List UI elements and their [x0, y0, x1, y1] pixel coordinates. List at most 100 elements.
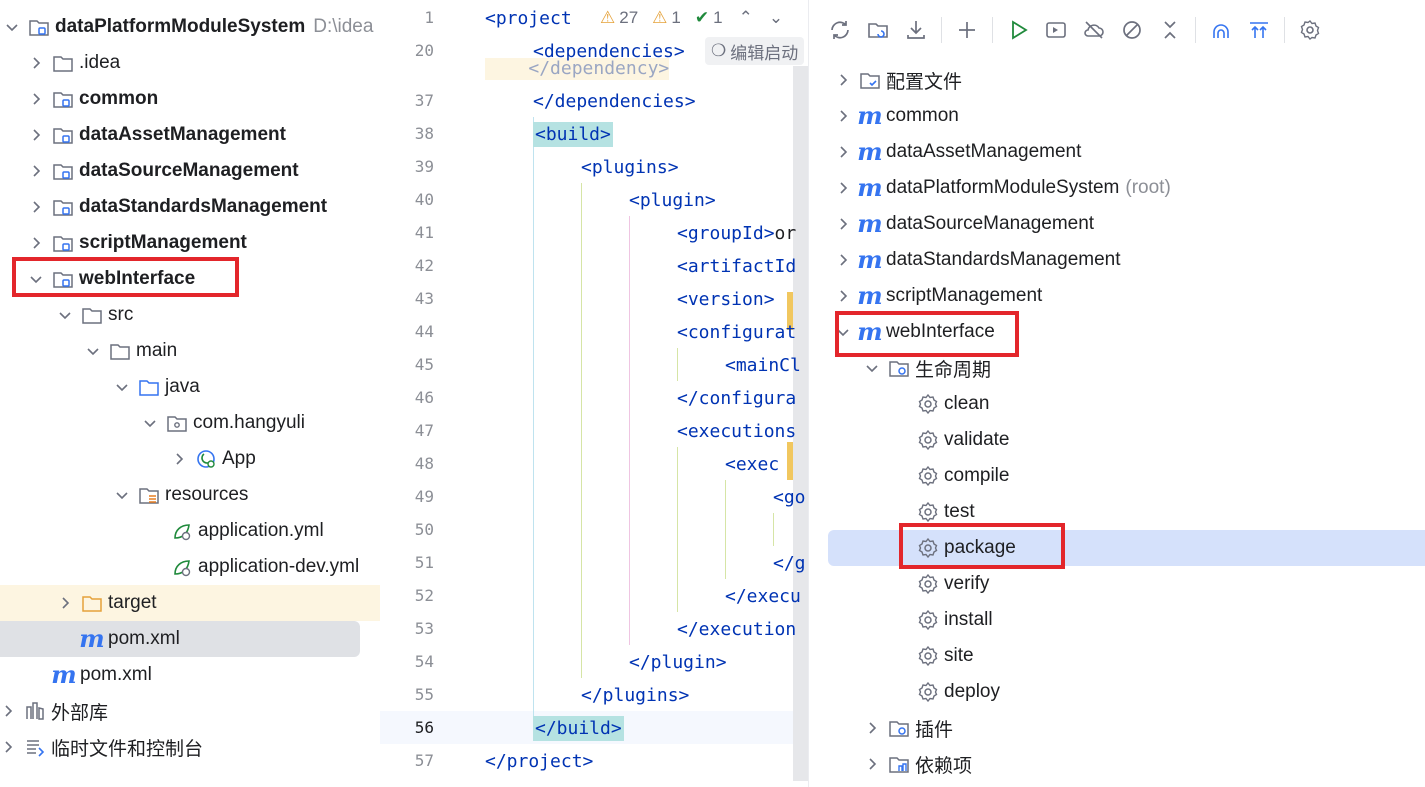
download-icon[interactable] [897, 11, 935, 49]
module-folder-icon [52, 88, 74, 110]
skip-tests-icon[interactable] [1113, 11, 1151, 49]
check-icon: ✔ [694, 8, 710, 27]
chevron-down-icon[interactable] [864, 360, 880, 376]
chevron-right-icon[interactable] [0, 739, 16, 755]
chevron-up-icon[interactable]: ⌃ [739, 8, 753, 28]
tree-item-target[interactable]: target [0, 585, 380, 621]
code-text: <exec [725, 454, 780, 475]
tree-item-dataassetmanagement[interactable]: dataAssetManagement [0, 117, 380, 153]
show-diagram-icon[interactable] [1240, 11, 1278, 49]
lifecycle-goal-package[interactable]: package [828, 530, 1425, 566]
edit-run-config-hint[interactable]: ❍ 编辑启动 [705, 37, 805, 65]
run-config-icon[interactable] [1037, 11, 1075, 49]
maven-item-webinterface[interactable]: m webInterface [809, 314, 1425, 350]
lifecycle-goal-validate[interactable]: validate [809, 422, 1425, 458]
chevron-down-icon[interactable] [85, 343, 101, 359]
tree-item-label: src [108, 304, 134, 325]
chevron-right-icon[interactable] [835, 288, 851, 304]
tree-item-application-dev-yml[interactable]: application-dev.yml [0, 549, 380, 585]
tree-item-label: dataStandardsManagement [79, 196, 328, 217]
reload-icon[interactable] [821, 11, 859, 49]
chevron-right-icon[interactable] [28, 163, 44, 179]
chevron-right-icon[interactable] [835, 180, 851, 196]
chevron-down-icon[interactable] [114, 379, 130, 395]
maven-item-scriptmanagement[interactable]: m scriptManagement [809, 278, 1425, 314]
code-text: <plugin> [629, 190, 716, 211]
chevron-right-icon[interactable] [835, 216, 851, 232]
tree-item-common[interactable]: common [0, 81, 380, 117]
analyze-icon[interactable] [1202, 11, 1240, 49]
tree-item-datasourcemanagement[interactable]: dataSourceManagement [0, 153, 380, 189]
chevron-down-icon[interactable] [835, 324, 851, 340]
lifecycle-goal-site[interactable]: site [809, 638, 1425, 674]
tree-item-external-libraries[interactable]: 外部库 [0, 693, 380, 729]
dependencies-folder-icon [888, 753, 910, 775]
chevron-right-icon[interactable] [864, 720, 880, 736]
maven-item-dependencies[interactable]: 依赖项 [809, 746, 1425, 782]
code-line-42: <artifactId [677, 250, 796, 283]
run-icon[interactable] [999, 11, 1037, 49]
chevron-down-icon[interactable] [114, 487, 130, 503]
tree-item-app[interactable]: App [0, 441, 380, 477]
chevron-right-icon[interactable] [28, 55, 44, 71]
tree-item-resources[interactable]: resources [0, 477, 380, 513]
lifecycle-goal-compile[interactable]: compile [809, 458, 1425, 494]
code-editor[interactable]: </dependency> 1 20 37 38 39 40 41 42 43 … [380, 0, 808, 787]
lifecycle-goal-clean[interactable]: clean [809, 386, 1425, 422]
chevron-right-icon[interactable] [0, 703, 16, 719]
chevron-down-icon[interactable] [28, 271, 44, 287]
chevron-right-icon[interactable] [28, 199, 44, 215]
maven-item-root-project[interactable]: m dataPlatformModuleSystem (root) [809, 170, 1425, 206]
maven-item-dataassetmanagement[interactable]: m dataAssetManagement [809, 134, 1425, 170]
settings-icon[interactable] [1291, 11, 1329, 49]
gear-icon [917, 645, 939, 667]
tree-item-package[interactable]: com.hangyuli [0, 405, 380, 441]
lifecycle-goal-install[interactable]: install [809, 602, 1425, 638]
offline-icon[interactable] [1075, 11, 1113, 49]
goal-label: clean [944, 393, 990, 414]
chevron-right-icon[interactable] [171, 451, 187, 467]
maven-item-common[interactable]: m common [809, 98, 1425, 134]
tree-item-idea[interactable]: .idea [0, 45, 380, 81]
tree-item-scratches[interactable]: 临时文件和控制台 [0, 729, 380, 765]
chevron-right-icon[interactable] [835, 72, 851, 88]
tree-item-root-pom[interactable]: m pom.xml [0, 657, 380, 693]
chevron-down-icon[interactable] [142, 415, 158, 431]
maven-item-datastandardsmanagement[interactable]: m dataStandardsManagement [809, 242, 1425, 278]
line-number: 55 [414, 685, 434, 704]
tree-item-application-yml[interactable]: application.yml [0, 513, 380, 549]
lifecycle-goal-test[interactable]: test [809, 494, 1425, 530]
chevron-right-icon[interactable] [57, 595, 73, 611]
maven-item-datasourcemanagement[interactable]: m dataSourceManagement [809, 206, 1425, 242]
tree-item-datastandardsmanagement[interactable]: dataStandardsManagement [0, 189, 380, 225]
chevron-down-icon[interactable] [4, 19, 20, 35]
maven-item-profiles[interactable]: 配置文件 [809, 62, 1425, 98]
lifecycle-goal-deploy[interactable]: deploy [809, 674, 1425, 710]
chevron-right-icon[interactable] [28, 235, 44, 251]
chevron-right-icon[interactable] [28, 127, 44, 143]
maven-item-plugins[interactable]: 插件 [809, 710, 1425, 746]
tree-item-java[interactable]: java [0, 369, 380, 405]
code-line-47: <executions [677, 415, 796, 448]
tree-item-webinterface[interactable]: webInterface [0, 261, 380, 297]
add-folder-icon[interactable] [859, 11, 897, 49]
lifecycle-goal-verify[interactable]: verify [809, 566, 1425, 602]
tree-item-main[interactable]: main [0, 333, 380, 369]
chevron-right-icon[interactable] [28, 91, 44, 107]
chevron-right-icon[interactable] [864, 756, 880, 772]
code-text: <mainCl [725, 355, 801, 376]
chevron-down-icon[interactable]: ⌄ [769, 8, 783, 28]
inspection-widget[interactable]: ⚠ 27 ⚠ 1 ✔ 1 ⌃ ⌄ [600, 8, 783, 28]
tree-root-row[interactable]: dataPlatformModuleSystem D:\idea [0, 9, 380, 45]
collapse-icon[interactable] [1151, 11, 1189, 49]
tree-item-scriptmanagement[interactable]: scriptManagement [0, 225, 380, 261]
chevron-right-icon[interactable] [835, 108, 851, 124]
plus-icon[interactable] [948, 11, 986, 49]
chevron-right-icon[interactable] [835, 144, 851, 160]
chevron-right-icon[interactable] [835, 252, 851, 268]
tree-item-src[interactable]: src [0, 297, 380, 333]
tree-item-webinterface-pom[interactable]: m pom.xml [0, 621, 360, 657]
maven-item-lifecycle[interactable]: 生命周期 [809, 350, 1425, 386]
chevron-down-icon[interactable] [57, 307, 73, 323]
maven-item-label: 配置文件 [886, 71, 963, 93]
